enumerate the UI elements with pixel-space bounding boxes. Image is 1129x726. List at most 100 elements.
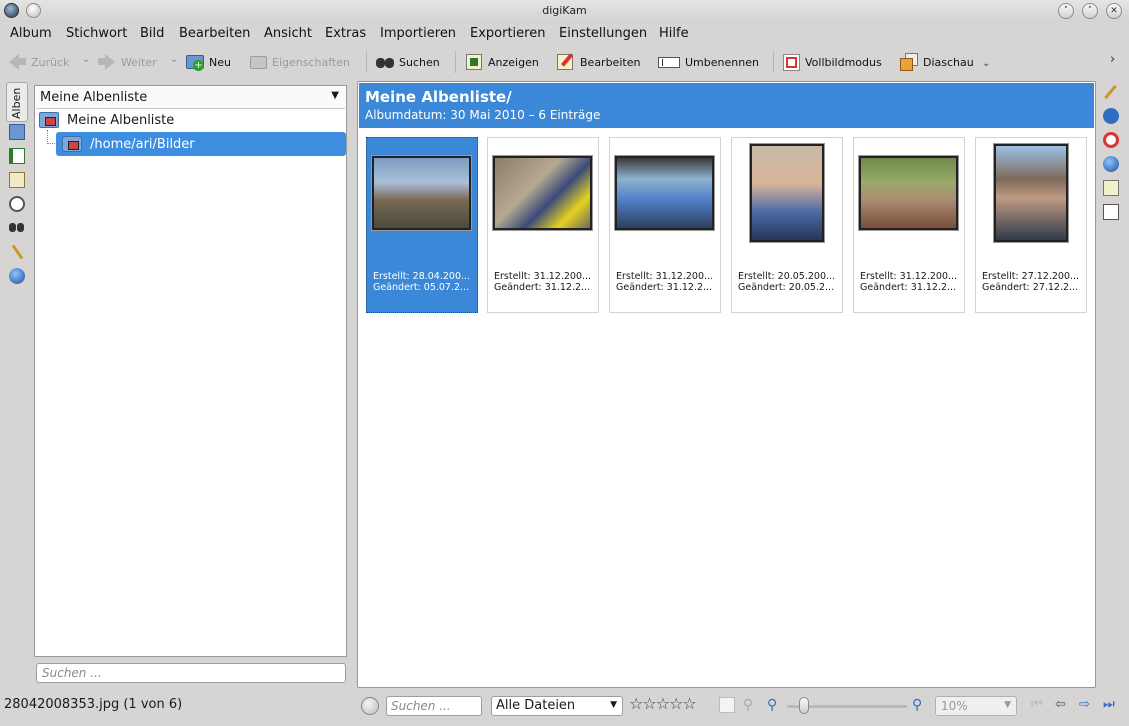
properties-label: Eigenschaften <box>272 55 350 69</box>
next-image-icon[interactable]: ⇨ <box>1079 697 1095 713</box>
tree-item-root[interactable]: Meine Albenliste <box>39 112 174 128</box>
thumbnail-item[interactable]: Erstellt: 31.12.200... Geändert: 31.12.2… <box>853 137 965 313</box>
globe-icon[interactable] <box>1103 156 1119 172</box>
thumbnail-item[interactable]: Erstellt: 31.12.200... Geändert: 31.12.2… <box>487 137 599 313</box>
zoom-fit-icon[interactable]: ⚲ <box>743 697 759 713</box>
tree-item-root-label: Meine Albenliste <box>67 112 175 128</box>
album-root-selector[interactable]: Meine Albenliste ▼ <box>36 87 345 109</box>
thumbnail-created: Erstellt: 20.05.200... <box>738 271 836 282</box>
chevron-down-icon: ▼ <box>331 90 339 101</box>
fullscreen-icon <box>782 53 800 71</box>
album-tree-panel: Meine Albenliste ▼ Meine Albenliste /hom… <box>34 85 347 657</box>
thumbnail-created: Erstellt: 28.04.200... <box>373 271 471 282</box>
edit-button[interactable]: Bearbeiten <box>557 50 640 74</box>
arrow-left-icon <box>8 53 26 71</box>
rename-label: Umbenennen <box>685 55 759 69</box>
menu-importieren[interactable]: Importieren <box>380 26 456 41</box>
color-icon[interactable] <box>1103 132 1119 148</box>
tags-checklist-icon[interactable] <box>1103 204 1119 220</box>
timeline-icon[interactable] <box>9 196 25 212</box>
album-folder-icon <box>39 112 59 128</box>
rating-filter[interactable]: ☆☆☆☆☆ <box>629 694 697 713</box>
menu-stichwort[interactable]: Stichwort <box>66 26 127 41</box>
slideshow-button[interactable]: Diaschau <box>900 50 974 74</box>
menu-exportieren[interactable]: Exportieren <box>470 26 545 41</box>
slideshow-dropdown-icon[interactable]: ⌄ <box>982 58 990 69</box>
filter-status-icon[interactable] <box>361 697 379 715</box>
versions-icon[interactable] <box>1103 180 1119 196</box>
thumbnail-modified: Geändert: 05.07.2... <box>373 282 470 293</box>
toolbar-separator <box>773 51 774 73</box>
calendar-icon[interactable] <box>9 172 25 188</box>
menu-einstellungen[interactable]: Einstellungen <box>559 26 647 41</box>
zoom-in-icon[interactable]: ⚲ <box>912 697 928 713</box>
view-image-icon <box>465 53 483 71</box>
info-icon[interactable] <box>1103 108 1119 124</box>
minimize-button[interactable]: ˅ <box>1058 3 1074 19</box>
tree-item-bilder-label: /home/ari/Bilder <box>90 136 195 152</box>
menu-bearbeiten[interactable]: Bearbeiten <box>179 26 250 41</box>
binoculars-icon <box>376 53 394 71</box>
previous-image-icon[interactable]: ⇦ <box>1055 697 1071 713</box>
fullscreen-button[interactable]: Vollbildmodus <box>782 50 882 74</box>
mime-filter-select[interactable]: Alle Dateien ▼ <box>491 696 623 716</box>
maximize-button[interactable]: ˄ <box>1082 3 1098 19</box>
search-button[interactable]: Suchen <box>376 50 440 74</box>
back-label: Zurück <box>31 55 70 69</box>
albums-icon[interactable] <box>9 124 25 140</box>
image-properties-icon[interactable] <box>719 697 735 713</box>
toolbar-overflow-icon[interactable]: › <box>1110 52 1115 67</box>
tab-alben[interactable]: Alben <box>6 82 28 122</box>
thumbnail-item[interactable]: Erstellt: 28.04.200... Geändert: 05.07.2… <box>366 137 478 313</box>
forward-button[interactable]: Weiter <box>98 50 157 74</box>
back-button[interactable]: Zurück <box>8 50 69 74</box>
thumbnail-modified: Geändert: 31.12.2... <box>494 282 591 293</box>
new-album-button[interactable]: + Neu <box>186 50 231 74</box>
menu-extras[interactable]: Extras <box>325 26 366 41</box>
thumbnail-item[interactable]: Erstellt: 31.12.200... Geändert: 31.12.2… <box>609 137 721 313</box>
tags-icon[interactable] <box>9 148 25 164</box>
view-label: Anzeigen <box>488 55 539 69</box>
first-image-icon[interactable]: ⏮ <box>1031 697 1047 713</box>
edit-label: Bearbeiten <box>580 55 641 69</box>
thumbnail-item[interactable]: Erstellt: 20.05.200... Geändert: 20.05.2… <box>731 137 843 313</box>
menu-album[interactable]: Album <box>10 26 52 41</box>
thumbnail-image <box>372 156 471 230</box>
thumbnail-created: Erstellt: 27.12.200... <box>982 271 1080 282</box>
zoom-out-icon[interactable]: ⚲ <box>767 697 783 713</box>
forward-dropdown-icon[interactable]: ⌄ <box>170 54 178 65</box>
window-titlebar: digiKam ˅ ˄ ✕ <box>0 0 1129 22</box>
thumbnail-created: Erstellt: 31.12.200... <box>860 271 958 282</box>
album-search-input[interactable]: Suchen ... <box>36 663 346 683</box>
menu-bild[interactable]: Bild <box>140 26 164 41</box>
text-filter-input[interactable]: Suchen ... <box>386 696 482 716</box>
thumbnail-item[interactable]: Erstellt: 27.12.200... Geändert: 27.12.2… <box>975 137 1087 313</box>
left-sidebar-tabs: Alben <box>4 82 28 292</box>
close-button[interactable]: ✕ <box>1106 3 1122 19</box>
thumbnail-view: Meine Albenliste/ Albumdatum: 30 Mai 201… <box>357 81 1096 688</box>
edit-pencil-icon[interactable] <box>1103 84 1119 100</box>
tree-item-bilder[interactable]: /home/ari/Bilder <box>56 132 346 156</box>
view-button[interactable]: Anzeigen <box>465 50 539 74</box>
menu-ansicht[interactable]: Ansicht <box>264 26 312 41</box>
toolbar-separator <box>455 51 456 73</box>
last-image-icon[interactable]: ⏭ <box>1103 697 1119 713</box>
album-header: Meine Albenliste/ Albumdatum: 30 Mai 201… <box>359 83 1094 128</box>
status-filename: 28042008353.jpg (1 von 6) <box>4 697 183 712</box>
zoom-level-select[interactable]: 10% ▼ <box>935 696 1017 716</box>
menu-hilfe[interactable]: Hilfe <box>659 26 689 41</box>
album-root-selector-label: Meine Albenliste <box>40 90 148 105</box>
thumbnail-modified: Geändert: 20.05.2... <box>738 282 835 293</box>
zoom-slider-handle[interactable] <box>799 697 809 714</box>
slideshow-icon <box>900 53 918 71</box>
forward-label: Weiter <box>121 55 157 69</box>
thumbnail-image <box>859 156 958 230</box>
fuzzy-search-icon[interactable] <box>9 244 25 260</box>
rename-icon <box>658 53 680 71</box>
rename-button[interactable]: Umbenennen <box>658 50 759 74</box>
properties-button[interactable]: Eigenschaften <box>249 50 350 74</box>
binoculars-icon[interactable] <box>9 220 25 236</box>
globe-icon[interactable] <box>9 268 25 284</box>
thumbnail-modified: Geändert: 31.12.2... <box>616 282 713 293</box>
back-dropdown-icon[interactable]: ⌄ <box>82 54 90 65</box>
